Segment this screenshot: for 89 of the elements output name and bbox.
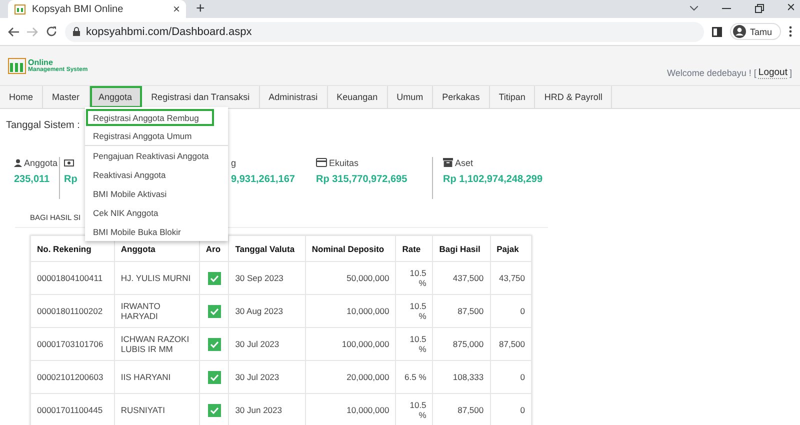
table-cell: ICHWAN RAZOKI LUBIS IR MM — [114, 328, 200, 360]
stat-label: Ekuitas — [329, 158, 359, 168]
table-cell: 6.5 % — [396, 360, 433, 394]
welcome-text: Welcome dedebayu ! [ — [667, 68, 756, 78]
address-bar[interactable]: kopsyahbmi.com/Dashboard.aspx — [65, 22, 704, 42]
table-cell: 875,000 — [432, 328, 490, 360]
nav-menu-item[interactable]: Administrasi — [260, 86, 328, 108]
stat-label: g — [231, 158, 236, 168]
checkbox[interactable] — [208, 338, 221, 350]
table-cell: 30 Jul 2023 — [228, 360, 306, 394]
table-cell: 100,000,000 — [305, 328, 396, 360]
table-cell: 50,000,000 — [305, 262, 396, 294]
table-cell: 10.5 % — [396, 294, 433, 328]
column-header: Pajak — [490, 236, 532, 262]
person-icon — [14, 158, 22, 166]
nav-menu-item[interactable]: Perkakas — [433, 86, 490, 108]
dropdown-item[interactable]: Registrasi Anggota Rembug — [86, 109, 214, 126]
nav-menu-item[interactable]: Keuangan — [328, 86, 388, 108]
table-cell: 437,500 — [432, 262, 490, 294]
back-icon[interactable] — [8, 26, 19, 36]
checkbox[interactable] — [208, 370, 221, 384]
credit-card-icon — [316, 158, 327, 167]
dropdown-item[interactable]: Pengajuan Reaktivasi Anggota — [85, 146, 228, 165]
nav-menu-item[interactable]: Umum — [388, 86, 434, 108]
stat-value: Rp 1,102,974,248,299 — [443, 174, 543, 185]
table-cell: 00001801100202 — [30, 294, 114, 328]
money-icon — [64, 158, 74, 166]
tab-close-button[interactable]: × — [172, 2, 180, 16]
table-cell: 00002101200603 — [30, 360, 114, 394]
table-cell: 30 Sep 2023 — [228, 262, 306, 294]
dropdown-item[interactable]: BMI Mobile Aktivasi — [85, 184, 228, 203]
table-cell: 10,000,000 — [305, 294, 396, 328]
side-panel-icon[interactable] — [712, 26, 722, 36]
column-header: Nominal Deposito — [305, 236, 396, 262]
table-cell: 00001701100445 — [30, 394, 114, 425]
column-header: Tanggal Valuta — [228, 236, 306, 262]
lock-icon — [73, 27, 80, 36]
table-cell: 30 Aug 2023 — [228, 294, 306, 328]
column-header: Rate — [396, 236, 433, 262]
checkbox[interactable] — [208, 404, 221, 416]
nav-menu-item[interactable]: Titipan — [490, 86, 536, 108]
bracket-text: ] — [789, 68, 792, 78]
more-icon[interactable] — [789, 26, 792, 37]
stat-value: Rp — [64, 174, 78, 185]
stat-value: Rp 315,770,972,695 — [316, 174, 408, 185]
table-cell: 87,500 — [432, 294, 490, 328]
dropdown-item[interactable]: BMI Mobile Buka Blokir — [85, 222, 228, 241]
checkbox[interactable] — [208, 304, 221, 318]
table-cell: 30 Jul 2023 — [228, 328, 306, 360]
restore-icon[interactable] — [755, 4, 764, 12]
profile-button[interactable]: Tamu — [730, 23, 781, 40]
stat-label: Anggota — [24, 158, 58, 168]
table-cell: HJ. YULIS MURNI — [114, 262, 200, 294]
building-icon — [14, 4, 26, 14]
logo-title: Online — [28, 58, 53, 66]
table-cell: 43,750 — [490, 262, 532, 294]
table-cell: 10.5 % — [396, 328, 433, 360]
checkbox[interactable] — [208, 272, 221, 284]
tab-title: Kopsyah BMI Online — [32, 4, 124, 14]
reload-icon[interactable] — [46, 26, 57, 37]
table-cell: 108,333 — [432, 360, 490, 394]
logout-link[interactable]: Logout — [758, 66, 788, 78]
nav-menu-item[interactable]: HRD & Payroll — [535, 86, 612, 108]
chevron-down-icon[interactable] — [690, 6, 698, 10]
nav-menu-item[interactable]: Anggota — [90, 86, 142, 108]
dropdown-item[interactable]: Reaktivasi Anggota — [85, 165, 228, 184]
table-cell: 10.5 % — [396, 262, 433, 294]
table-cell: 0 — [490, 294, 532, 328]
archive-icon — [443, 158, 453, 167]
stat-value: 235,011 — [14, 174, 50, 185]
table-cell: 00001703101706 — [30, 328, 114, 360]
logo-icon — [8, 58, 26, 74]
column-header: Bagi Hasil — [432, 236, 490, 262]
stat-label: Aset — [455, 158, 474, 168]
dropdown-item[interactable]: Cek NIK Anggota — [85, 203, 228, 222]
table-cell: IRWANTO HARYADI — [114, 294, 200, 328]
table-cell: 0 — [490, 360, 532, 394]
browser-tab[interactable]: Kopsyah BMI Online × — [8, 0, 186, 18]
table-cell: 00001804100411 — [30, 262, 114, 294]
system-date-label: Tanggal Sistem : — [6, 120, 80, 131]
close-icon[interactable] — [788, 4, 794, 12]
nav-menu-item[interactable]: Home — [0, 86, 44, 108]
avatar-icon — [732, 25, 746, 38]
table-cell: 20,000,000 — [305, 360, 396, 394]
table-cell: IIS HARYANI — [114, 360, 200, 394]
new-tab-button[interactable]: + — [196, 0, 205, 18]
table-cell: 87,500 — [490, 328, 532, 360]
dropdown-item[interactable]: Registrasi Anggota Umum — [85, 126, 228, 145]
stat-value: 9,931,261,167 — [231, 174, 295, 185]
